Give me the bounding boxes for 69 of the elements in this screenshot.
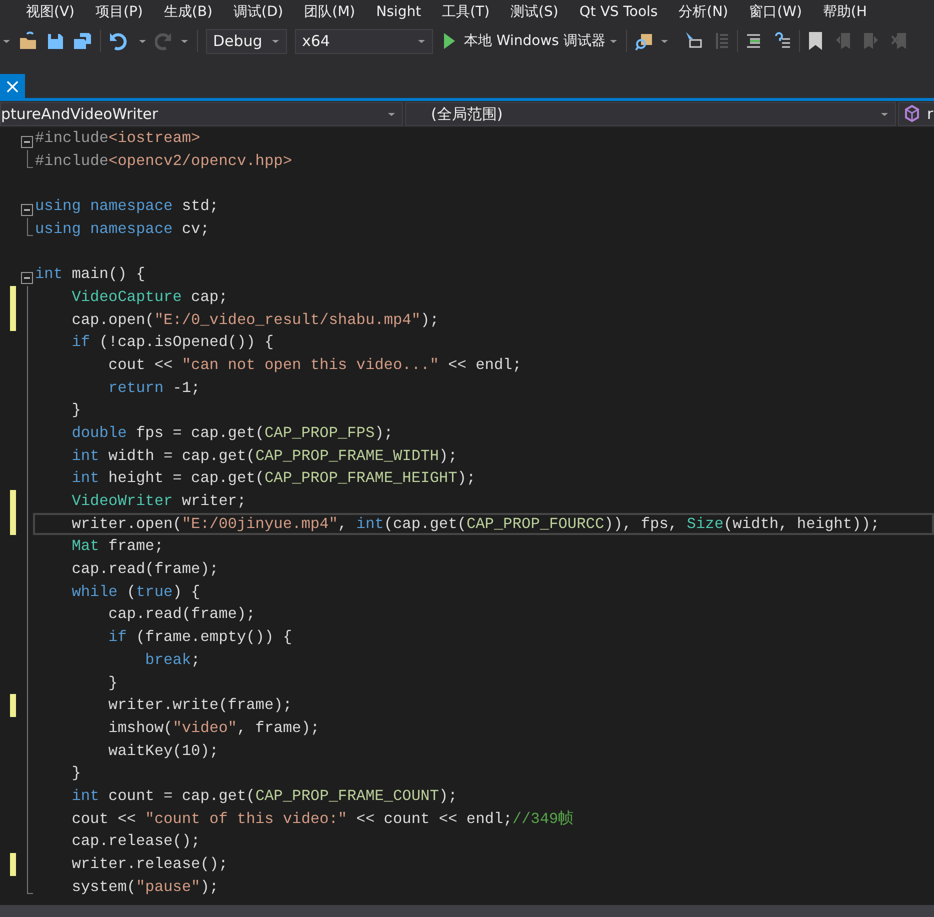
collapse-icon[interactable] <box>21 136 33 148</box>
dropdown-value: ptureAndVideoWriter <box>1 104 158 125</box>
menu-item[interactable]: 测试(S) <box>504 0 564 25</box>
collapse-icon[interactable] <box>21 204 33 216</box>
code-line: writer.open("E:/00jinyue.mp4", int(cap.get(CAP_PROP_FOURCC)), fps, Size(width, height)); <box>70 514 880 535</box>
code-line: double fps = cap.get(CAP_PROP_FPS); <box>70 422 393 444</box>
menu-item[interactable]: 窗口(W) <box>743 0 808 25</box>
play-icon[interactable] <box>443 31 456 51</box>
code-line: if (frame.empty()) { <box>107 627 292 648</box>
code-line: VideoCapture cap; <box>70 286 228 308</box>
member-dropdown[interactable]: r <box>898 102 934 126</box>
code-line: cout << "can not open this video..." << endl; <box>107 354 522 376</box>
save-all-icon[interactable] <box>73 31 92 51</box>
help-lines-icon[interactable] <box>774 31 792 51</box>
code-line: cap.open("E:/0_video_result/shabu.mp4"); <box>70 310 439 330</box>
menu-item[interactable]: Nsight <box>370 0 428 25</box>
collapse-icon[interactable] <box>21 272 33 284</box>
cube-icon <box>905 104 919 124</box>
code-line: break; <box>144 650 200 671</box>
code-line: while (true) { <box>70 582 200 603</box>
code-line: #include<iostream> <box>35 128 200 149</box>
code-line: cap.read(frame); <box>70 559 219 580</box>
scope-dropdown[interactable]: ptureAndVideoWriter <box>0 102 403 126</box>
code-line: Mat frame; <box>70 536 164 558</box>
undo-icon[interactable] <box>109 31 127 51</box>
dropdown-value: r <box>927 104 934 125</box>
code-line: cout << "count of this video:" << count << endl;//349帧 <box>70 808 574 830</box>
menu-item[interactable]: 分析(N) <box>672 0 734 25</box>
menu-item[interactable]: 帮助(H <box>816 0 873 25</box>
code-line: int width = cap.get(CAP_PROP_FRAME_WIDTH); <box>70 446 458 467</box>
code-line: return -1; <box>107 378 200 399</box>
code-line: system("pause"); <box>70 876 219 898</box>
code-line: } <box>70 400 81 422</box>
pointer-icon[interactable] <box>685 31 702 51</box>
platform-dropdown[interactable]: x64 <box>295 28 433 54</box>
code-line: writer.release(); <box>70 854 228 875</box>
close-tab-button[interactable]: × <box>0 74 25 98</box>
menu-item[interactable]: 生成(B) <box>158 0 218 25</box>
menu-item[interactable]: 项目(P) <box>90 0 149 25</box>
code-line: int count = cap.get(CAP_PROP_FRAME_COUNT); <box>70 786 458 807</box>
fold-line <box>27 218 33 236</box>
code-line: using namespace std; <box>35 196 219 218</box>
configuration-dropdown[interactable]: Debug <box>206 28 287 54</box>
menu-item[interactable]: 视图(V) <box>20 0 81 25</box>
start-debugger-button[interactable]: 本地 Windows 调试器 <box>464 30 606 52</box>
open-folder-icon[interactable] <box>19 31 37 51</box>
menu-item[interactable]: 工具(T) <box>436 0 496 25</box>
bookmark-icon[interactable] <box>808 31 824 51</box>
dropdown-value: (全局范围) <box>431 104 503 125</box>
code-line: int height = cap.get(CAP_PROP_FRAME_HEIGHT); <box>70 468 476 490</box>
code-line: writer.write(frame); <box>107 695 292 716</box>
code-line: waitKey(10); <box>107 740 219 762</box>
code-line: cap.release(); <box>70 831 200 852</box>
menu-item[interactable]: Qt VS Tools <box>573 0 664 25</box>
code-line: VideoWriter writer; <box>70 491 246 512</box>
code-line: using namespace cv; <box>35 218 210 240</box>
code-line: int main() { <box>35 264 146 286</box>
range-dropdown[interactable]: (全局范围) <box>405 102 896 126</box>
code-line: if (!cap.isOpened()) { <box>70 332 274 354</box>
menu-item[interactable]: 调试(D) <box>227 0 290 25</box>
code-line: #include<opencv2/opencv.hpp> <box>35 150 292 172</box>
menu-item[interactable]: 团队(M) <box>298 0 362 25</box>
code-line: } <box>70 763 81 784</box>
fold-line <box>27 150 33 168</box>
find-in-files-icon[interactable] <box>635 31 654 51</box>
code-line: } <box>107 672 118 694</box>
save-icon[interactable] <box>47 31 64 51</box>
code-line: cap.read(frame); <box>107 604 256 626</box>
code-line: imshow("video", frame); <box>107 718 320 739</box>
